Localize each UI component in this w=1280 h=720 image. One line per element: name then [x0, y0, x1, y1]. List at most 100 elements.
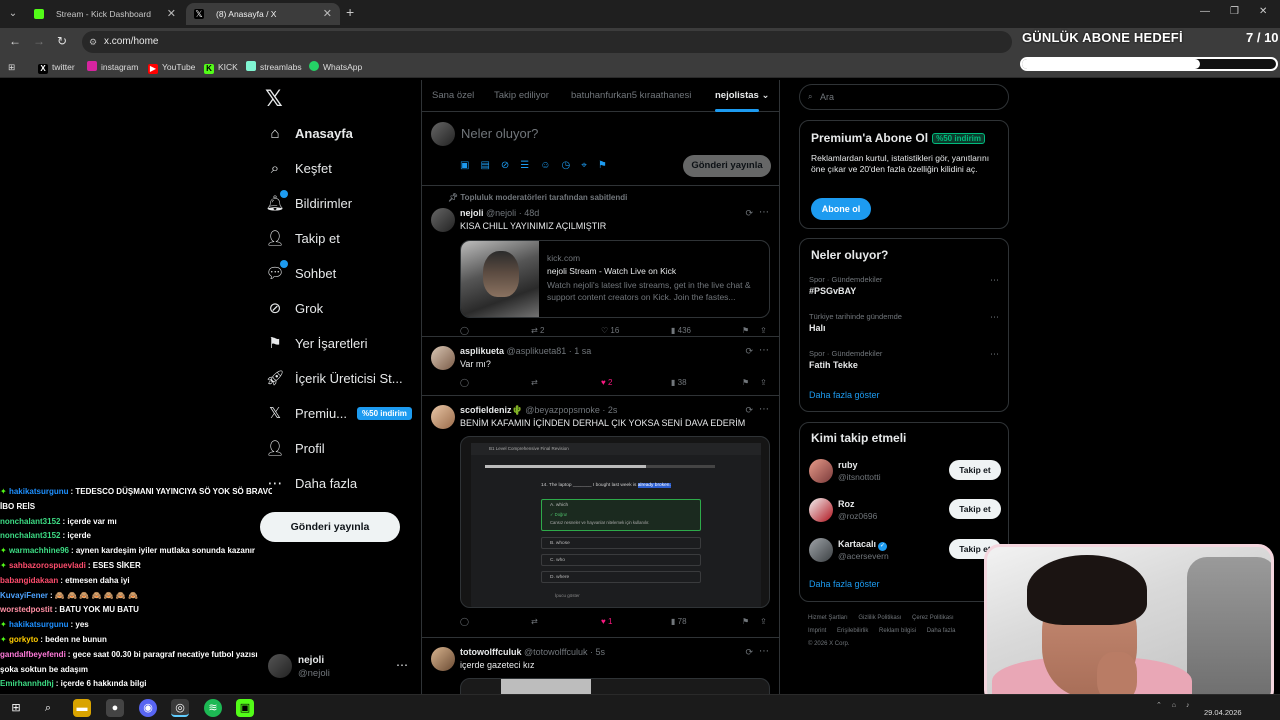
url-input[interactable]: ⚙ x.com/home: [82, 31, 1012, 53]
grok-icon[interactable]: ⟳: [745, 208, 753, 219]
nav-chat[interactable]: 💬︎ Sohbet: [265, 258, 336, 288]
footer-link[interactable]: Imprint: [808, 628, 826, 634]
tab-community-kiraathane[interactable]: batuhanfurkan5 kıraathanesi: [571, 90, 691, 101]
more-icon[interactable]: ⋯: [759, 646, 769, 657]
more-icon[interactable]: ⋯: [759, 345, 769, 356]
bookmark-kick[interactable]: K KICK: [204, 60, 238, 74]
bookmark-icon[interactable]: ⚑: [742, 617, 749, 626]
bookmark-icon[interactable]: ⚑: [742, 378, 749, 387]
bookmark-twitter[interactable]: Xtwitter: [38, 60, 75, 74]
tweet[interactable]: asplikueta @asplikueta81 · 1 sa ⟳ ⋯ Var …: [422, 337, 779, 396]
more-icon[interactable]: ⋯: [990, 275, 999, 286]
windows-start-icon[interactable]: ⊞: [7, 699, 25, 717]
close-tab-icon[interactable]: ✕: [323, 3, 332, 25]
tweet-media-image[interactable]: [460, 678, 770, 694]
bookmark-youtube[interactable]: ▶ YouTube: [148, 60, 195, 74]
tweet[interactable]: totowolffculuk @totowolffculuk · 5s ⟳ ⋯ …: [422, 638, 779, 694]
views-button[interactable]: ▮ 38: [671, 378, 687, 387]
close-tab-icon[interactable]: ✕: [167, 3, 176, 25]
follow-suggestion[interactable]: Kartacalı ✓ @acersevern Takip et: [809, 536, 1001, 566]
subscribe-button[interactable]: Abone ol: [811, 198, 871, 220]
footer-link[interactable]: Daha fazla: [927, 628, 956, 634]
tab-nejolistas[interactable]: nejolistas ⌄: [715, 90, 769, 101]
like-button[interactable]: ♥ 1: [601, 617, 612, 626]
footer-link[interactable]: Reklam bilgisi: [879, 628, 916, 634]
gif-icon[interactable]: ▤: [480, 160, 489, 171]
share-icon[interactable]: ⇪: [760, 326, 767, 335]
close-window-icon[interactable]: ✕: [1259, 6, 1267, 17]
retweet-icon[interactable]: ⇄: [531, 378, 538, 387]
footer-link[interactable]: Erişilebilirlik: [837, 628, 868, 634]
kick-icon[interactable]: ▣: [236, 699, 254, 717]
reply-icon[interactable]: ◯: [460, 378, 469, 387]
tweet-media-image[interactable]: B1 Level Comprehensive Final Revision 14…: [460, 436, 770, 608]
post-button[interactable]: Gönderi yayınla: [260, 512, 400, 542]
poll-icon[interactable]: ☰: [520, 160, 529, 171]
browser-tab-kick[interactable]: Stream - Kick Dashboard ✕: [26, 3, 184, 25]
new-tab-icon[interactable]: +: [346, 4, 354, 20]
views-button[interactable]: ▮ 78: [671, 617, 687, 626]
nav-home[interactable]: ⌂ Anasayfa: [266, 118, 352, 148]
follow-suggestion[interactable]: ruby @itsnottotti Takip et: [809, 457, 1001, 487]
more-icon[interactable]: ⋯: [990, 349, 999, 360]
reply-icon[interactable]: ◯: [460, 326, 469, 335]
image-icon[interactable]: ▣: [460, 160, 469, 171]
discord-icon[interactable]: ◉: [139, 699, 157, 717]
location-icon[interactable]: ⌖: [581, 160, 587, 171]
tweet[interactable]: scofieldeniz🌵 @beyazpopsmoke · 2s ⟳ ⋯ BE…: [422, 396, 779, 638]
footer-link[interactable]: Gizlilik Politikası: [858, 615, 901, 621]
like-button[interactable]: ♡ 16: [601, 326, 619, 335]
nav-follow[interactable]: 👤︎ Takip et: [265, 223, 339, 253]
composer-post-button[interactable]: Gönderi yayınla: [683, 155, 771, 177]
show-more-trends-link[interactable]: Daha fazla göster: [809, 390, 880, 400]
nav-profile[interactable]: 👤︎ Profil: [265, 433, 324, 463]
tweet[interactable]: 📌︎ Topluluk moderatörleri tarafından sab…: [422, 186, 779, 337]
follow-suggestion[interactable]: Roz @roz0696 Takip et: [809, 496, 1001, 526]
streaming-app-icon[interactable]: ●: [106, 699, 124, 717]
x-logo-icon[interactable]: 𝕏: [265, 86, 283, 112]
grok-icon[interactable]: ⟳: [745, 647, 753, 658]
more-icon[interactable]: ⋯: [990, 312, 999, 323]
tab-for-you[interactable]: Sana özel: [432, 90, 474, 101]
follow-button[interactable]: Takip et: [949, 460, 1001, 480]
footer-link[interactable]: Çerez Politikası: [912, 615, 954, 621]
grok-icon[interactable]: ⊘: [501, 160, 509, 171]
link-card[interactable]: kick.com nejoli Stream - Watch Live on K…: [460, 240, 770, 318]
grok-icon[interactable]: ⟳: [745, 405, 753, 416]
file-explorer-icon[interactable]: ▬: [73, 699, 91, 717]
bookmark-streamlabs[interactable]: streamlabs: [246, 60, 302, 74]
chrome-icon[interactable]: ◎: [171, 699, 189, 717]
nav-grok[interactable]: ⊘ Grok: [266, 293, 323, 323]
account-switcher[interactable]: nejoli @nejoli ⋯: [268, 654, 418, 682]
tab-search-icon[interactable]: ⌄: [4, 5, 22, 23]
search-input[interactable]: ⌕ Ara: [799, 84, 1009, 110]
emoji-icon[interactable]: ☺: [540, 160, 550, 171]
nav-more[interactable]: ⋯ Daha fazla: [266, 468, 358, 498]
like-button[interactable]: ♥ 2: [601, 378, 612, 387]
follow-button[interactable]: Takip et: [949, 499, 1001, 519]
more-icon[interactable]: ⋯: [396, 658, 408, 672]
flag-icon[interactable]: ⚑: [598, 160, 607, 171]
search-icon[interactable]: ⌕: [39, 699, 57, 717]
site-info-icon[interactable]: ⚙: [89, 31, 97, 53]
more-icon[interactable]: ⋯: [759, 207, 769, 218]
share-icon[interactable]: ⇪: [760, 378, 767, 387]
footer-link[interactable]: Hizmet Şartları: [808, 615, 848, 621]
schedule-icon[interactable]: ◷: [561, 160, 570, 171]
trend-item[interactable]: Türkiye tarihinde gündemde Halı ⋯: [809, 312, 999, 333]
nav-explore[interactable]: ⌕ Keşfet: [266, 153, 332, 183]
system-tray-icons[interactable]: ⌃ ⌂ ♪: [1156, 701, 1193, 709]
retweet-button[interactable]: ⇄ 2: [531, 326, 544, 335]
nav-premium[interactable]: 𝕏 Premiu... %50 indirim: [266, 398, 412, 428]
retweet-icon[interactable]: ⇄: [531, 617, 538, 626]
reload-icon[interactable]: ↻: [57, 34, 67, 48]
reply-icon[interactable]: ◯: [460, 617, 469, 626]
share-icon[interactable]: ⇪: [760, 617, 767, 626]
tab-following[interactable]: Takip ediliyor: [494, 90, 549, 101]
trend-item[interactable]: Spor · Gündemdekiler #PSGvBAY ⋯: [809, 275, 999, 296]
more-icon[interactable]: ⋯: [759, 404, 769, 415]
forward-icon[interactable]: →: [33, 34, 45, 48]
back-icon[interactable]: ←: [9, 34, 21, 48]
grok-icon[interactable]: ⟳: [745, 346, 753, 357]
maximize-icon[interactable]: ❐: [1230, 6, 1239, 17]
